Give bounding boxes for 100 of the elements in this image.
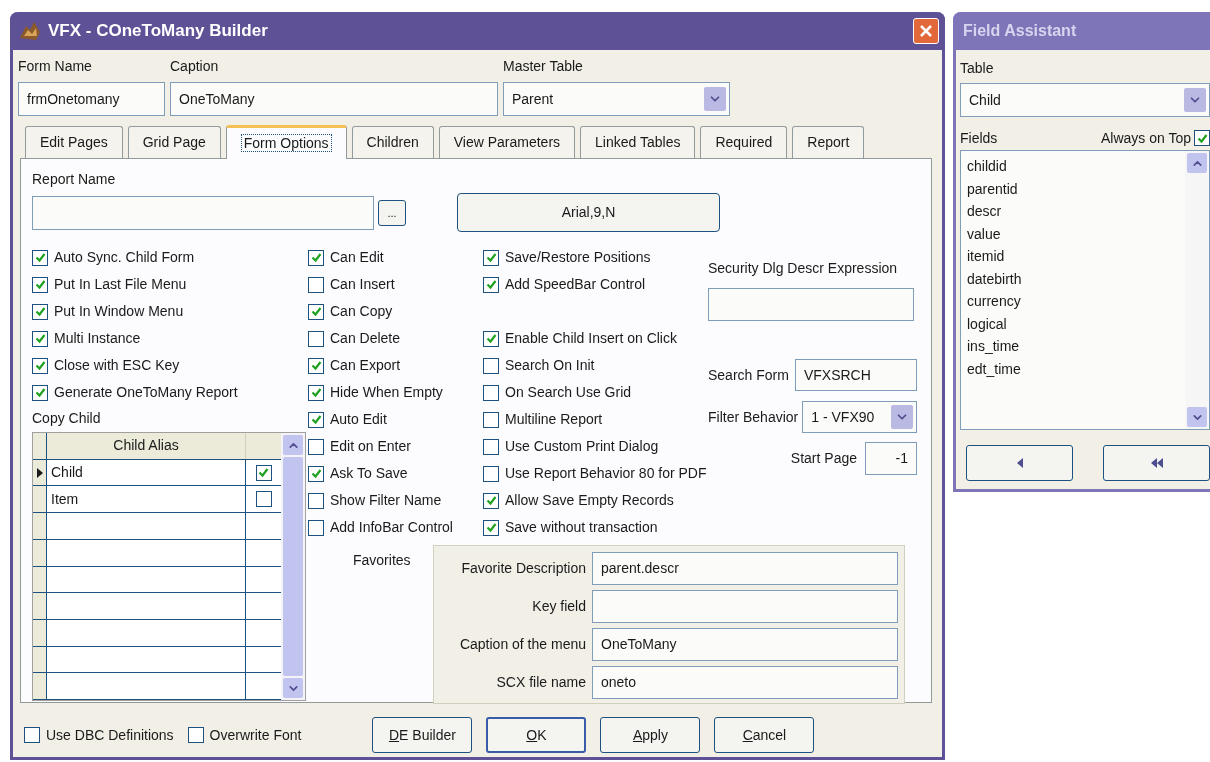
checkbox-label: Always on Top bbox=[1101, 128, 1191, 148]
row-header[interactable] bbox=[33, 539, 47, 566]
text-field[interactable]: frmOnetomany bbox=[18, 82, 165, 116]
list-item[interactable]: value bbox=[967, 222, 1185, 245]
checkbox[interactable] bbox=[308, 411, 324, 428]
checkbox[interactable] bbox=[483, 411, 499, 428]
checkbox[interactable] bbox=[308, 330, 324, 347]
dropdown[interactable]: Parent bbox=[503, 82, 730, 116]
move-button[interactable] bbox=[1103, 445, 1210, 481]
field-label: Fields bbox=[960, 128, 998, 148]
dialog-button[interactable]: DE Builder bbox=[372, 717, 473, 753]
list-item[interactable]: logical bbox=[967, 312, 1185, 335]
checkbox-label: Use Custom Print Dialog bbox=[505, 437, 659, 456]
section-label: Copy Child bbox=[32, 409, 102, 428]
tab[interactable]: Form Options bbox=[225, 125, 347, 159]
row-header[interactable] bbox=[33, 593, 47, 619]
list-item[interactable]: parentid bbox=[967, 177, 1185, 200]
text-field[interactable] bbox=[592, 590, 898, 623]
list-item[interactable]: childid bbox=[967, 155, 1185, 178]
checkbox[interactable] bbox=[32, 384, 48, 401]
checkbox-label: Can Export bbox=[330, 356, 401, 375]
checkbox[interactable] bbox=[483, 276, 499, 293]
chevron-down-icon[interactable] bbox=[891, 405, 913, 429]
tab[interactable]: Required bbox=[700, 126, 788, 158]
checkbox[interactable] bbox=[187, 727, 204, 743]
row-header[interactable] bbox=[33, 486, 47, 513]
dialog-button[interactable]: Apply bbox=[600, 717, 701, 753]
row-header[interactable] bbox=[33, 566, 47, 593]
dropdown[interactable]: 1 - VFX90 bbox=[802, 401, 917, 433]
checkbox[interactable] bbox=[255, 464, 272, 481]
row-header[interactable] bbox=[33, 646, 47, 673]
move-button[interactable] bbox=[966, 445, 1073, 481]
scroll-down-icon[interactable] bbox=[283, 678, 303, 698]
checkbox[interactable] bbox=[483, 357, 499, 374]
list-item[interactable]: ins_time bbox=[967, 335, 1185, 358]
checkbox[interactable] bbox=[32, 330, 48, 347]
checkbox[interactable] bbox=[308, 492, 324, 509]
checkbox[interactable] bbox=[483, 465, 499, 482]
text-field[interactable]: -1 bbox=[865, 442, 917, 475]
checkbox-label: Enable Child Insert on Click bbox=[505, 329, 677, 348]
row-header[interactable] bbox=[33, 459, 47, 486]
checkbox[interactable] bbox=[32, 276, 48, 293]
text-field[interactable]: OneToMany bbox=[592, 628, 898, 661]
checkbox[interactable] bbox=[308, 276, 324, 293]
dialog-button[interactable]: OK bbox=[486, 717, 587, 753]
checkbox[interactable] bbox=[308, 465, 324, 482]
checkbox[interactable] bbox=[255, 491, 272, 508]
scroll-thumb[interactable] bbox=[283, 457, 303, 676]
scrollbar[interactable] bbox=[1185, 151, 1209, 429]
font-button[interactable]: Arial,9,N bbox=[457, 193, 720, 232]
row-header[interactable] bbox=[33, 513, 47, 539]
list-item[interactable]: itemid bbox=[967, 245, 1185, 268]
checkbox[interactable] bbox=[308, 438, 324, 455]
checkbox[interactable] bbox=[32, 303, 48, 320]
scroll-up-icon[interactable] bbox=[1187, 153, 1207, 173]
scroll-up-icon[interactable] bbox=[283, 435, 303, 455]
checkbox[interactable] bbox=[308, 249, 324, 266]
list-item[interactable]: descr bbox=[967, 200, 1185, 223]
scrollbar[interactable] bbox=[281, 433, 305, 700]
checkbox[interactable] bbox=[32, 357, 48, 374]
list-item[interactable]: datebirth bbox=[967, 267, 1185, 290]
row-header[interactable] bbox=[33, 619, 47, 646]
list-item[interactable]: edt_time bbox=[967, 357, 1185, 380]
checkbox[interactable] bbox=[308, 303, 324, 320]
checkbox[interactable] bbox=[483, 249, 499, 266]
checkbox[interactable] bbox=[308, 384, 324, 401]
checkbox[interactable] bbox=[24, 727, 40, 743]
checkbox[interactable] bbox=[483, 384, 499, 401]
checkbox-label: Use DBC Definitions bbox=[46, 725, 174, 745]
chevron-down-icon[interactable] bbox=[1184, 88, 1206, 112]
dialog-button[interactable]: Cancel bbox=[714, 717, 815, 753]
row-header[interactable] bbox=[33, 673, 47, 700]
close-button[interactable] bbox=[913, 18, 939, 44]
tab[interactable]: Grid Page bbox=[127, 126, 221, 158]
checkbox[interactable] bbox=[483, 492, 499, 509]
list-item[interactable]: currency bbox=[967, 290, 1185, 313]
scroll-down-icon[interactable] bbox=[1187, 407, 1207, 427]
checkbox[interactable] bbox=[1194, 130, 1210, 146]
text-field[interactable]: oneto bbox=[592, 666, 898, 699]
text-field[interactable] bbox=[708, 288, 914, 321]
text-field[interactable]: VFXSRCH bbox=[794, 359, 917, 391]
checkbox[interactable] bbox=[308, 519, 324, 536]
checkbox[interactable] bbox=[483, 438, 499, 455]
chevron-down-icon[interactable] bbox=[704, 87, 726, 111]
checkbox[interactable] bbox=[483, 519, 499, 536]
tab[interactable]: Linked Tables bbox=[580, 126, 696, 158]
checkbox[interactable] bbox=[483, 330, 499, 347]
tab[interactable]: Children bbox=[351, 126, 434, 158]
checkbox-label: Ask To Save bbox=[330, 464, 408, 483]
checkbox[interactable] bbox=[32, 249, 48, 266]
text-field[interactable]: OneToMany bbox=[170, 82, 498, 116]
tab[interactable]: Report bbox=[792, 126, 865, 158]
tab[interactable]: View Parameters bbox=[438, 126, 576, 158]
field-label: Master Table bbox=[503, 57, 584, 76]
text-field[interactable] bbox=[32, 196, 374, 230]
browse-button[interactable]: ... bbox=[378, 200, 406, 226]
checkbox[interactable] bbox=[308, 357, 324, 374]
tab[interactable]: Edit Pages bbox=[25, 126, 123, 158]
dropdown[interactable]: Child bbox=[960, 83, 1210, 117]
text-field[interactable]: parent.descr bbox=[592, 552, 898, 585]
